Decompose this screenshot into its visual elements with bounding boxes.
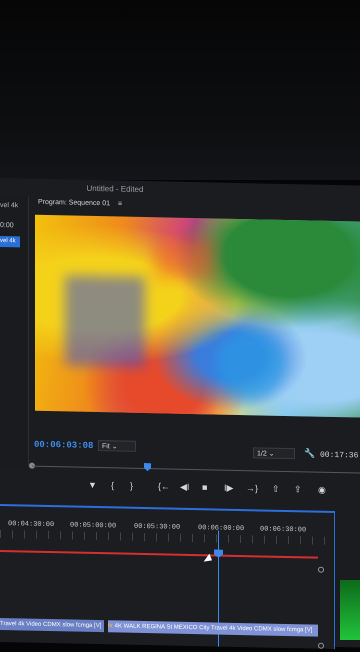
video-blur-region [65,275,145,368]
clip-label: 4K WALK REGINA St MEXICO City Travel 4k … [114,623,313,634]
go-to-in-icon[interactable]: {← [158,481,170,491]
project-panel-label: vel 4k [0,202,19,210]
lift-icon[interactable]: ⇧ [272,484,280,495]
premiere-window: Untitled - Edited vel 4k 0:00 vel 4k Pro… [0,178,360,651]
timeline-ruler[interactable]: 00:04:30:00 00:05:00:00 00:05:30:00 00:06:0… [0,506,334,545]
ruler-timecode-label: 00:06:30:00 [260,525,307,535]
stop-icon[interactable]: ■ [202,482,207,492]
ruler-timecode-label: 00:04:30:00 [8,520,55,530]
program-video-frame [35,214,360,418]
window-title: Untitled - Edited [86,183,144,195]
extract-icon[interactable]: ⇪ [294,484,302,495]
fit-dropdown[interactable]: Fit ⌄ [98,440,136,452]
scrub-track[interactable] [32,465,360,474]
timeline-panel[interactable]: 00:04:30:00 00:05:00:00 00:05:30:00 00:06:0… [0,504,335,651]
clip-label: Travel 4k Video CDMX slow fcmga [V] [0,621,102,630]
scrub-playhead[interactable] [144,463,151,471]
video-clip[interactable]: Travel 4k Video CDMX slow fcmga [V] [0,618,104,633]
mark-out-icon[interactable]: } [130,481,133,491]
export-frame-icon[interactable]: ◉ [318,485,326,496]
program-monitor-title: Program: Sequence 01 [38,198,110,208]
step-back-icon[interactable]: ◀I [180,482,189,493]
project-panel-timecode: 0:00 [0,222,14,230]
video-blur-region [215,328,285,400]
fx-icon: fx [108,623,113,630]
settings-wrench-icon[interactable]: 🔧 [304,448,315,459]
fit-dropdown-label: Fit [102,443,110,451]
video-clip[interactable]: fx 4K WALK REGINA St MEXICO City Travel 4… [108,620,318,637]
current-timecode[interactable]: 00:06:03:08 [34,440,93,451]
timeline-vertical-scroll[interactable] [318,566,324,651]
mark-in-icon[interactable]: { [111,480,114,490]
resolution-dropdown[interactable]: 1/2 ⌄ [253,447,295,460]
ruler-timecode-label: 00:06:00:00 [198,524,245,534]
monitor-bezel [0,0,360,180]
video-blur-region [155,237,215,279]
scroll-handle[interactable] [318,642,324,649]
hamburger-icon[interactable]: ≡ [118,200,122,207]
ruler-timecode-label: 00:05:30:00 [134,522,181,532]
step-forward-icon[interactable]: I▶ [224,483,233,494]
resolution-dropdown-label: 1/2 [257,450,267,458]
scroll-handle[interactable] [318,566,324,573]
transport-controls: ▼ {} {← ◀I ■ I▶ →} ⇧ ⇪ ◉ [78,480,360,500]
ruler-timecode-label: 00:05:00:00 [70,521,117,531]
program-monitor-header[interactable]: Program: Sequence 01 ≡ [38,199,122,208]
side-window-edge [340,580,360,640]
project-selected-item[interactable]: vel 4k [0,236,20,248]
project-panel[interactable]: vel 4k 0:00 vel 4k [0,196,29,467]
add-marker-icon[interactable]: ▼ [88,480,97,490]
duration-timecode: 00:17:36 [320,450,359,461]
render-bar [0,550,318,559]
monitor-scrub-bar[interactable] [29,461,360,480]
go-to-out-icon[interactable]: →} [246,483,258,493]
